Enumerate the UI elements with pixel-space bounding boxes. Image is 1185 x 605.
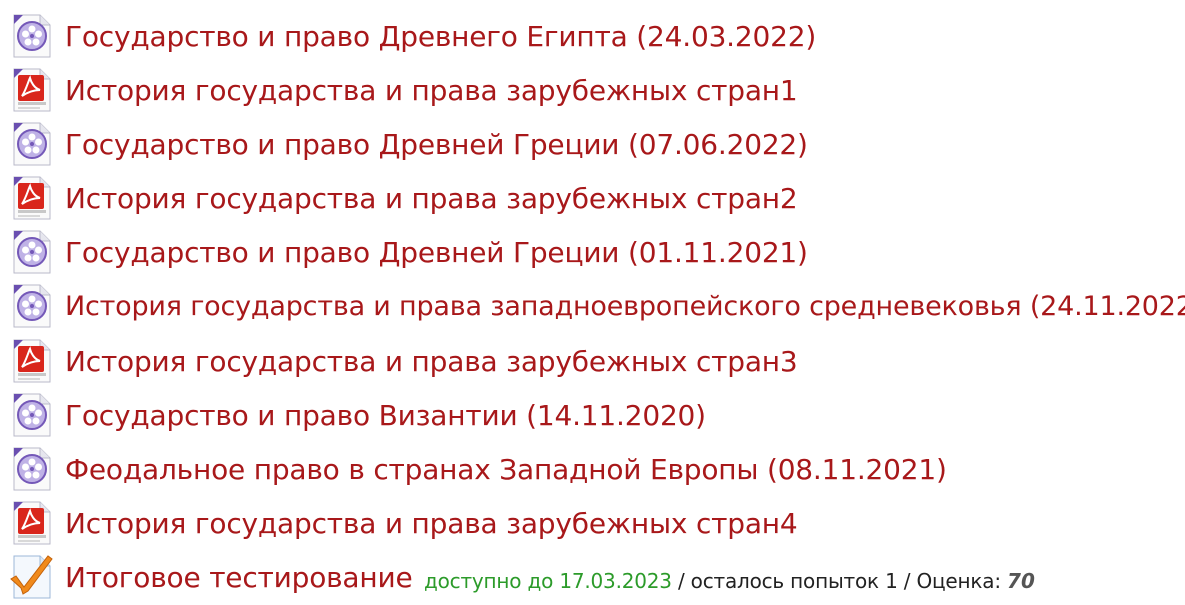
- pdf-file-icon: [8, 499, 56, 547]
- list-item[interactable]: Государство и право Древней Греции (07.0…: [8, 116, 1185, 170]
- resource-link[interactable]: История государства и права зарубежных с…: [65, 345, 798, 379]
- list-item[interactable]: Государство и право Византии (14.11.2020…: [8, 387, 1185, 441]
- resource-link[interactable]: Государство и право Древней Греции (07.0…: [65, 128, 808, 162]
- final-test-item[interactable]: Итоговое тестирование доступно до 17.03.…: [8, 549, 1185, 603]
- final-test-info: доступно до 17.03.2023 / осталось попыто…: [418, 568, 1035, 596]
- resource-link[interactable]: История государства и права зарубежных с…: [65, 507, 798, 541]
- list-item[interactable]: История государства и права зарубежных с…: [8, 170, 1185, 224]
- video-file-icon: [8, 12, 56, 60]
- video-file-icon: [8, 282, 56, 330]
- pdf-file-icon: [8, 66, 56, 114]
- video-file-icon: [8, 445, 56, 493]
- resource-list: Государство и право Древнего Египта (24.…: [8, 8, 1185, 603]
- list-item[interactable]: История государства и права западноевроп…: [8, 278, 1185, 332]
- video-file-icon: [8, 391, 56, 439]
- grade-value: 70: [1007, 568, 1035, 593]
- list-item[interactable]: Феодальное право в странах Западной Евро…: [8, 441, 1185, 495]
- resource-link[interactable]: История государства и права западноевроп…: [65, 290, 1185, 324]
- resource-link[interactable]: Государство и право Древней Греции (01.1…: [65, 236, 808, 270]
- resource-link[interactable]: Государство и право Византии (14.11.2020…: [65, 399, 706, 433]
- quiz-checkmark-icon: [8, 553, 56, 601]
- list-item[interactable]: Государство и право Древнего Египта (24.…: [8, 8, 1185, 62]
- list-item[interactable]: История государства и права зарубежных с…: [8, 333, 1185, 387]
- video-file-icon: [8, 120, 56, 168]
- pdf-file-icon: [8, 337, 56, 385]
- list-item[interactable]: Государство и право Древней Греции (01.1…: [8, 224, 1185, 278]
- pdf-file-icon: [8, 174, 56, 222]
- video-file-icon: [8, 228, 56, 276]
- list-item[interactable]: История государства и права зарубежных с…: [8, 62, 1185, 116]
- list-item[interactable]: История государства и права зарубежных с…: [8, 495, 1185, 549]
- final-test-link[interactable]: Итоговое тестирование: [65, 561, 413, 595]
- resource-link[interactable]: Феодальное право в странах Западной Евро…: [65, 453, 947, 487]
- resource-link[interactable]: История государства и права зарубежных с…: [65, 74, 798, 108]
- resource-link[interactable]: Государство и право Древнего Египта (24.…: [65, 20, 816, 54]
- availability-text: доступно до 17.03.2023: [424, 568, 672, 593]
- resource-link[interactable]: История государства и права зарубежных с…: [65, 182, 798, 216]
- attempts-text: / осталось попыток 1 / Оценка:: [671, 568, 1008, 593]
